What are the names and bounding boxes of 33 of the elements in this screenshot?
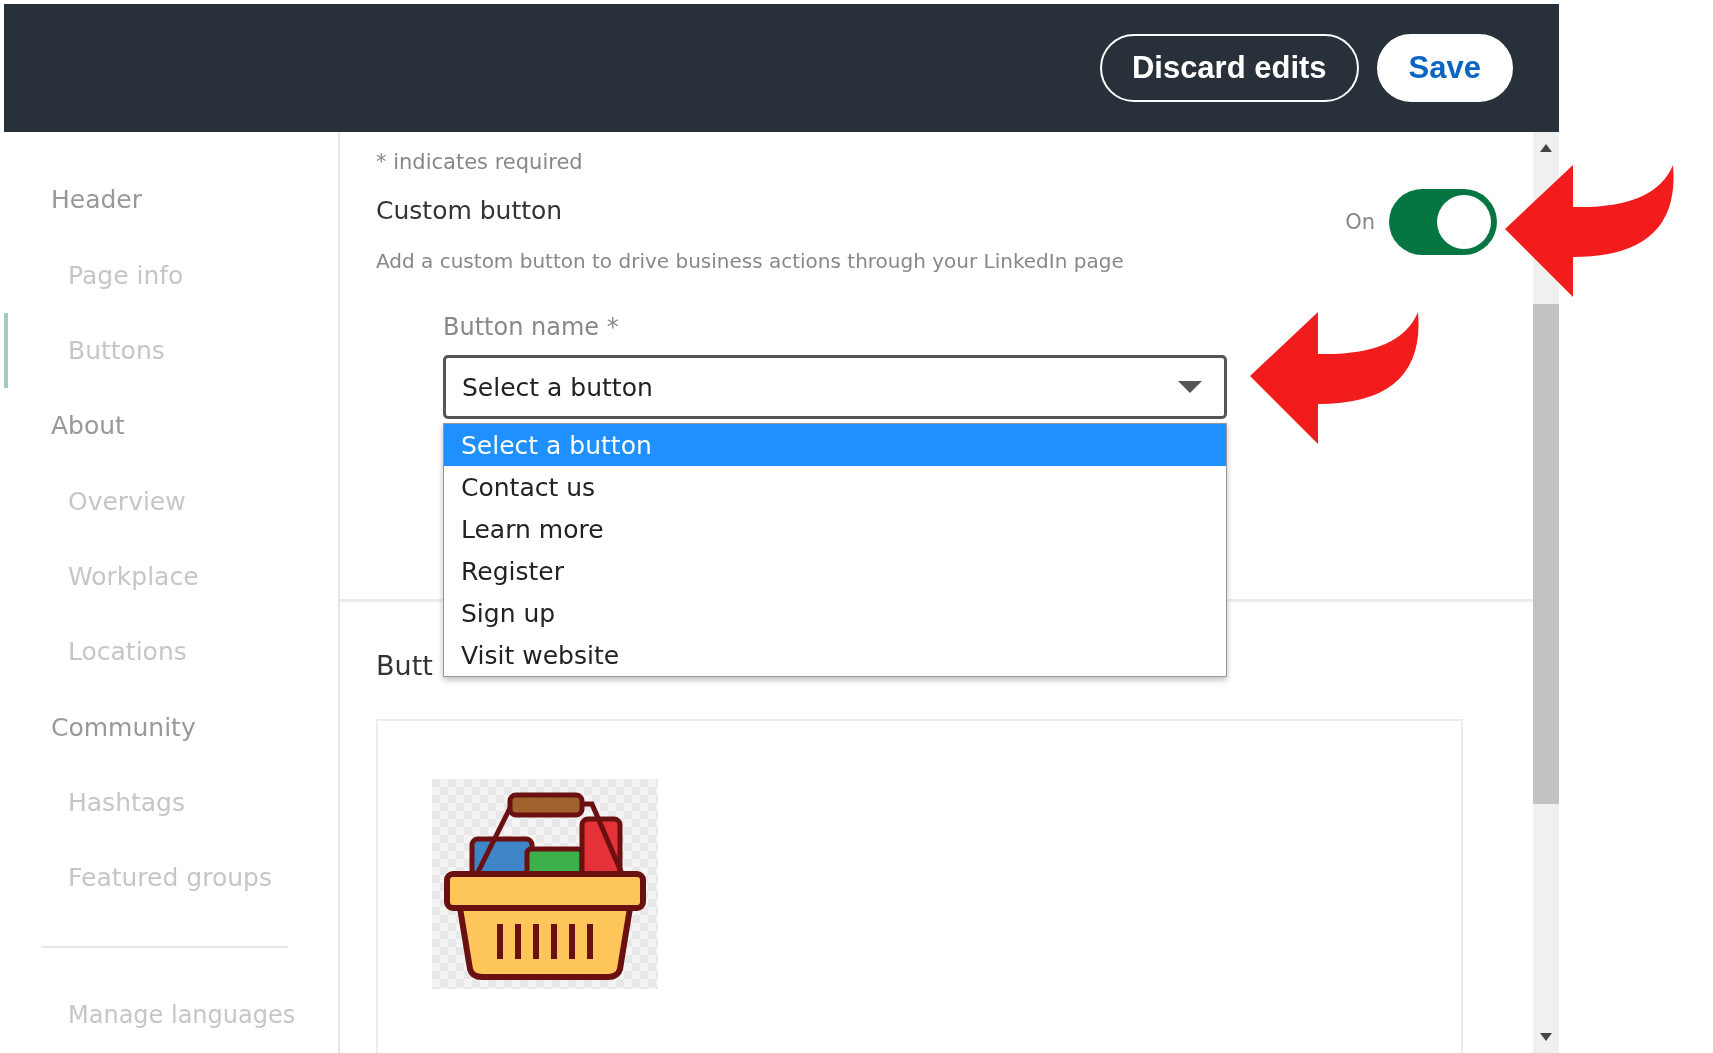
- sidebar-item[interactable]: Community: [4, 689, 338, 765]
- curved-arrow-icon: [1505, 165, 1675, 297]
- dropdown-option[interactable]: Contact us: [444, 466, 1226, 508]
- toggle-label: On: [1345, 210, 1375, 234]
- button-name-dropdown[interactable]: Select a button: [443, 355, 1227, 419]
- field-label: Button name *: [443, 313, 620, 341]
- sidebar-item[interactable]: Locations: [4, 614, 338, 690]
- caret-icon: [1178, 381, 1202, 393]
- sidebar-item[interactable]: Workplace: [4, 538, 338, 615]
- discard-button[interactable]: Discard edits: [1099, 34, 1359, 102]
- save-button[interactable]: Save: [1376, 34, 1513, 102]
- dropdown-option[interactable]: Learn more: [444, 508, 1226, 550]
- sidebar-item[interactable]: Manage languages: [4, 977, 338, 1053]
- dropdown-option[interactable]: Visit website: [444, 634, 1226, 676]
- sidebar-item[interactable]: Header: [4, 162, 338, 238]
- sidebar-item[interactable]: Page info: [4, 237, 338, 313]
- sidebar-item[interactable]: Featured groups: [4, 840, 338, 916]
- scroll-up-icon[interactable]: [1540, 144, 1552, 152]
- sidebar-item[interactable]: About: [4, 388, 338, 464]
- scrollbar[interactable]: [1533, 132, 1559, 1053]
- sidebar-item[interactable]: Overview: [4, 463, 338, 539]
- scroll-down-icon[interactable]: [1540, 1033, 1552, 1041]
- scrollbar-thumb[interactable]: [1533, 304, 1559, 804]
- required-note: * indicates required: [376, 150, 584, 174]
- preview-heading: Butt: [376, 650, 433, 681]
- curved-arrow-icon: [1250, 312, 1420, 444]
- sidebar-item[interactable]: Hashtags: [4, 764, 338, 841]
- dropdown-option[interactable]: Sign up: [444, 592, 1226, 634]
- dropdown-option[interactable]: Select a button: [444, 424, 1226, 466]
- dropdown-option[interactable]: Register: [444, 550, 1226, 592]
- section-description: Add a custom button to drive business actions through your LinkedIn page: [376, 249, 1124, 273]
- section-title: Custom button: [376, 196, 564, 225]
- sidebar-item[interactable]: Buttons: [4, 312, 338, 389]
